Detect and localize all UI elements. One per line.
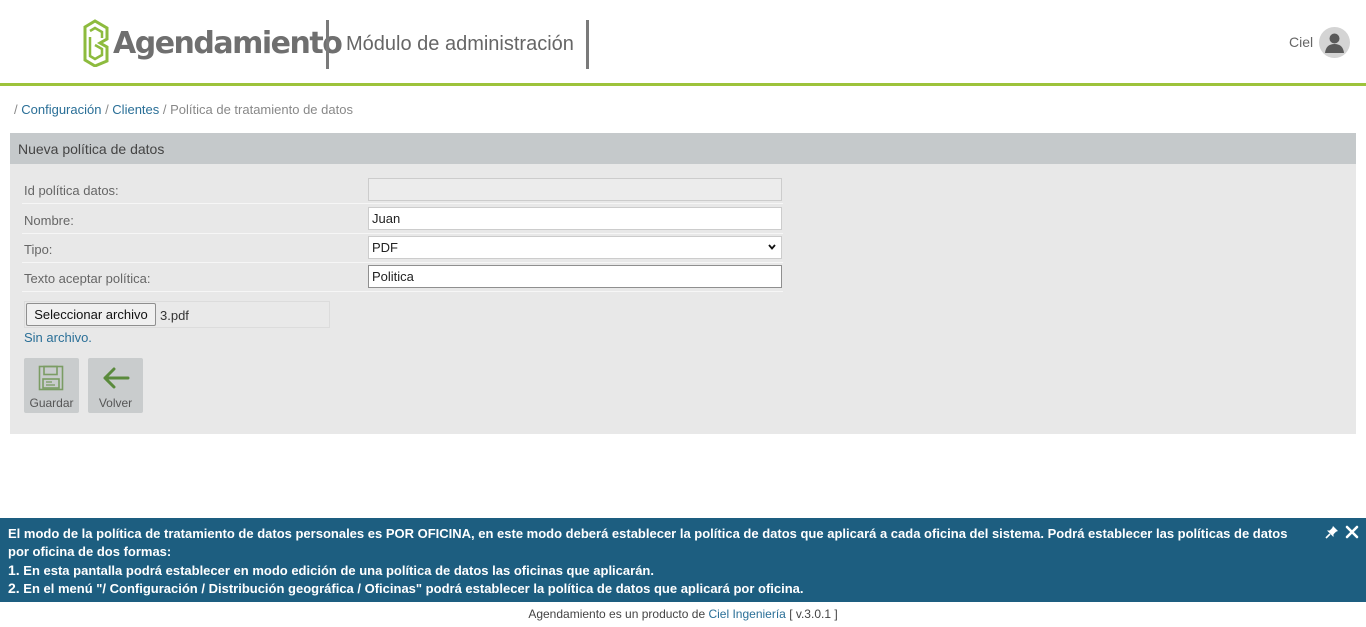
type-label: Tipo: bbox=[24, 242, 53, 257]
user-icon bbox=[1325, 33, 1344, 53]
form-row-id: Id política datos: bbox=[22, 175, 783, 204]
panel-header: Nueva política de datos bbox=[10, 133, 1356, 164]
form-row-name: Nombre: Juan bbox=[22, 205, 783, 234]
info-item-number: 2. bbox=[8, 580, 20, 596]
no-file-link[interactable]: Sin archivo. bbox=[24, 330, 92, 345]
info-item-number: 1. bbox=[8, 562, 20, 578]
footer: Agendamiento es un producto de Ciel Inge… bbox=[0, 607, 1366, 621]
file-input[interactable]: Seleccionar archivo 3.pdf bbox=[24, 301, 330, 328]
type-select-value: PDF bbox=[372, 240, 398, 255]
info-item-2: 2. En el menú "/ Configuración / Distrib… bbox=[8, 579, 804, 598]
breadcrumb-current: Política de tratamiento de datos bbox=[170, 102, 353, 117]
name-input[interactable]: Juan bbox=[368, 207, 782, 230]
app-header: Agendamiento Módulo de administración Ci… bbox=[0, 0, 1366, 86]
info-notification-bar: El modo de la política de tratamiento de… bbox=[0, 518, 1366, 602]
breadcrumb-separator: / bbox=[159, 102, 171, 117]
header-divider bbox=[586, 20, 589, 69]
name-label: Nombre: bbox=[24, 213, 74, 228]
close-icon[interactable] bbox=[1345, 525, 1359, 539]
breadcrumb-separator: / bbox=[101, 102, 113, 117]
module-title: Módulo de administración bbox=[346, 33, 574, 55]
breadcrumb: / Configuración / Clientes / Política de… bbox=[14, 102, 353, 117]
save-button[interactable]: Guardar bbox=[24, 358, 79, 413]
info-item-1: 1. En esta pantalla podrá establecer en … bbox=[8, 561, 654, 580]
save-button-label: Guardar bbox=[29, 396, 74, 410]
save-icon bbox=[38, 365, 64, 391]
info-item-text: En esta pantalla podrá establecer en mod… bbox=[19, 563, 654, 578]
back-button-label: Volver bbox=[98, 396, 133, 410]
pin-icon[interactable] bbox=[1325, 525, 1339, 539]
company-link[interactable]: Ciel Ingeniería bbox=[708, 607, 785, 621]
version-text: [ v.3.0.1 ] bbox=[785, 607, 838, 621]
breadcrumb-configuracion[interactable]: Configuración bbox=[21, 102, 101, 117]
info-main-text: El modo de la política de tratamiento de… bbox=[8, 526, 1288, 559]
accept-text-input[interactable]: Politica bbox=[368, 265, 782, 288]
arrow-left-icon bbox=[103, 367, 130, 389]
id-label: Id política datos: bbox=[24, 183, 119, 198]
back-button[interactable]: Volver bbox=[88, 358, 143, 413]
user-avatar[interactable] bbox=[1319, 27, 1350, 58]
form-row-type: Tipo: PDF bbox=[22, 234, 783, 263]
chevron-down-icon bbox=[768, 244, 776, 250]
id-field bbox=[368, 178, 782, 201]
type-select[interactable]: PDF bbox=[368, 236, 782, 259]
breadcrumb-clientes[interactable]: Clientes bbox=[112, 102, 159, 117]
header-divider bbox=[326, 20, 329, 69]
select-file-button[interactable]: Seleccionar archivo bbox=[26, 303, 156, 326]
policy-form-panel: Nueva política de datos Id política dato… bbox=[10, 133, 1356, 434]
file-name: 3.pdf bbox=[160, 308, 189, 323]
logo-icon bbox=[83, 19, 109, 67]
accept-text-label: Texto aceptar política: bbox=[24, 271, 151, 286]
panel-title: Nueva política de datos bbox=[18, 141, 165, 157]
brand-logo[interactable]: Agendamiento bbox=[82, 19, 343, 67]
form-row-accept-text: Texto aceptar política: Politica bbox=[22, 263, 783, 292]
footer-text: Agendamiento es un producto de bbox=[528, 607, 709, 621]
user-name[interactable]: Ciel bbox=[1289, 34, 1313, 50]
info-item-text: En el menú "/ Configuración / Distribuci… bbox=[19, 581, 804, 596]
brand-name: Agendamiento bbox=[113, 25, 343, 61]
